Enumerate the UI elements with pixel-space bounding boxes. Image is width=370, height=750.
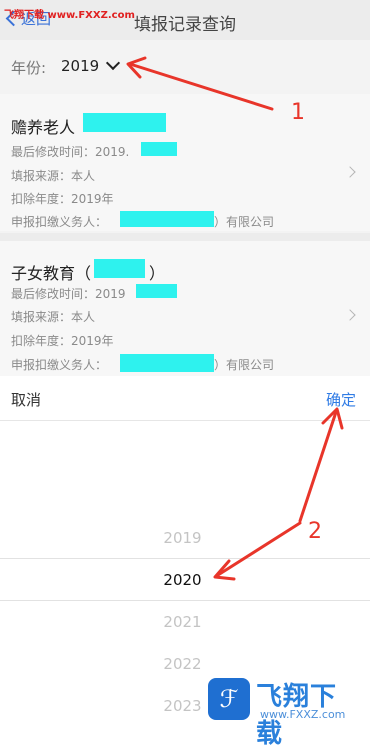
logo-icon: ℱ (208, 678, 250, 720)
arrow-2-down-shaft (216, 521, 302, 577)
annotation-label-2: 2 (308, 519, 322, 544)
arrow-1-shaft (128, 62, 274, 111)
annotation-arrows (126, 56, 344, 581)
arrow-2-up-shaft (298, 410, 338, 523)
watermark-logo: ℱ 飞翔下载 www.FXXZ.com (208, 672, 363, 749)
logo-url: www.FXXZ.com (260, 708, 346, 721)
annotation-label-1: 1 (291, 100, 305, 125)
